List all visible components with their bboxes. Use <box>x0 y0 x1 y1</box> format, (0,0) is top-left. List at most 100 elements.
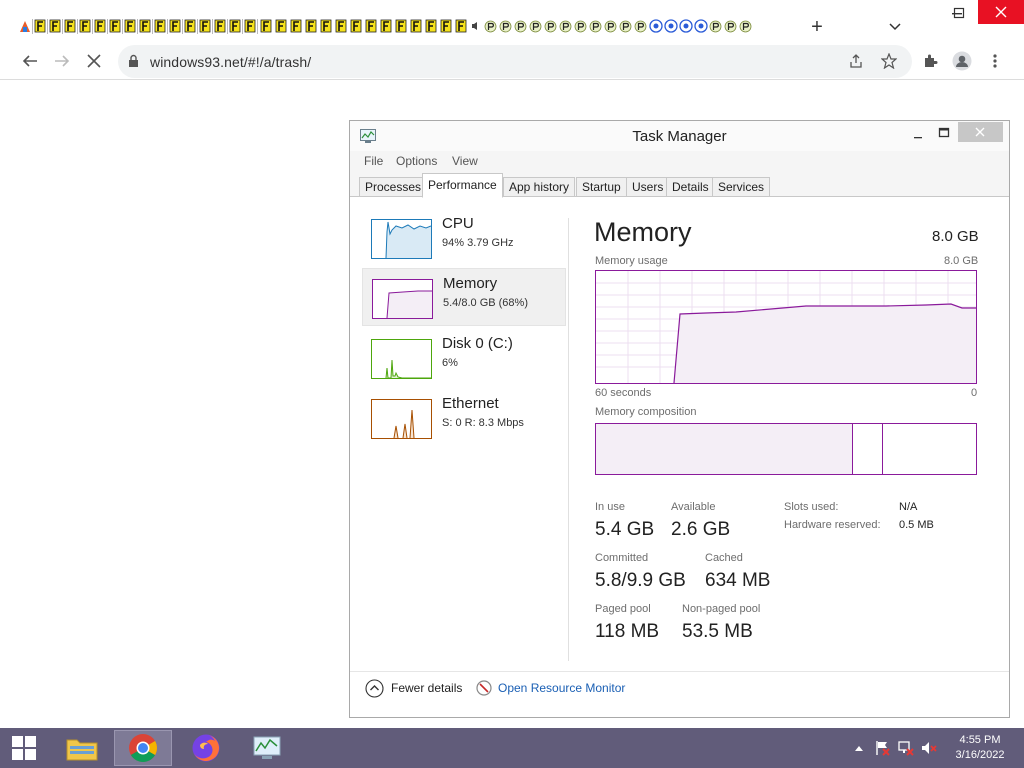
sidebar-item-disk[interactable]: Disk 0 (C:) 6% <box>362 329 566 387</box>
network-icon[interactable] <box>898 740 914 756</box>
sidebar-item-cpu[interactable]: CPU 94% 3.79 GHz <box>362 209 566 267</box>
browser-tab[interactable] <box>438 19 453 34</box>
browser-tab[interactable] <box>183 18 198 34</box>
browser-tab[interactable] <box>558 19 573 34</box>
browser-tab[interactable] <box>528 19 543 34</box>
browser-tab[interactable] <box>48 18 63 34</box>
browser-tab[interactable] <box>273 19 288 34</box>
browser-tab[interactable] <box>393 19 408 34</box>
browser-tab[interactable] <box>513 19 528 34</box>
browser-tab[interactable] <box>123 18 138 34</box>
browser-tab[interactable] <box>543 19 558 34</box>
new-tab-button[interactable]: + <box>805 14 829 40</box>
browser-tab[interactable] <box>648 19 663 34</box>
action-center-flag-icon[interactable] <box>874 740 890 756</box>
tm-close-button[interactable] <box>958 122 1003 142</box>
tab-startup[interactable]: Startup <box>576 177 627 197</box>
browser-tab[interactable] <box>498 19 513 34</box>
ethernet-mini-graph <box>371 399 432 439</box>
chrome-taskbar-button[interactable] <box>114 730 172 766</box>
share-icon[interactable] <box>848 53 864 72</box>
browser-tab[interactable] <box>573 19 588 34</box>
browser-tab[interactable] <box>18 18 33 34</box>
browser-tab[interactable] <box>468 19 483 34</box>
browser-tab[interactable] <box>303 19 318 34</box>
stop-loading-button[interactable] <box>83 51 105 71</box>
browser-tab[interactable] <box>453 19 468 34</box>
sidebar-item-ethernet[interactable]: Ethernet S: 0 R: 8.3 Mbps <box>362 389 566 447</box>
browser-tab[interactable] <box>63 18 78 34</box>
browser-tab[interactable] <box>198 18 213 34</box>
menu-options[interactable]: Options <box>396 154 437 168</box>
browser-tab[interactable] <box>153 18 168 34</box>
menu-view[interactable]: View <box>452 154 478 168</box>
browser-tab[interactable] <box>693 19 708 34</box>
resource-monitor-link[interactable]: Open Resource Monitor <box>476 678 625 698</box>
close-window-button[interactable] <box>978 0 1024 24</box>
tab-details[interactable]: Details <box>666 177 715 197</box>
browser-tab[interactable] <box>138 18 153 34</box>
profile-avatar-icon[interactable] <box>951 51 973 71</box>
fewer-details-button[interactable]: Fewer details <box>365 678 462 698</box>
browser-tab[interactable] <box>423 19 438 34</box>
tab-search-icon[interactable] <box>883 14 907 40</box>
browser-tab[interactable] <box>348 19 363 34</box>
browser-tab[interactable] <box>33 18 48 34</box>
menu-file[interactable]: File <box>364 154 383 168</box>
browser-tab[interactable] <box>78 18 93 34</box>
browser-tab[interactable] <box>633 19 648 34</box>
sidebar-item-memory[interactable]: Memory 5.4/8.0 GB (68%) <box>362 268 566 326</box>
browser-tab[interactable] <box>108 18 123 34</box>
browser-tab[interactable] <box>378 19 393 34</box>
browser-tab[interactable] <box>663 19 678 34</box>
file-explorer-taskbar-button[interactable] <box>53 730 111 766</box>
volume-muted-icon[interactable] <box>921 740 937 756</box>
tm-minimize-button[interactable] <box>908 127 928 143</box>
tab-services[interactable]: Services <box>712 177 771 197</box>
tm-maximize-button[interactable] <box>934 125 954 141</box>
tab-app-history[interactable]: App history <box>503 177 576 197</box>
sidebar-divider <box>568 218 569 661</box>
tab-performance[interactable]: Performance <box>422 173 503 198</box>
browser-tab[interactable] <box>288 19 303 34</box>
browser-tab[interactable] <box>738 19 753 34</box>
browser-tab[interactable] <box>333 19 348 34</box>
browser-tab[interactable] <box>213 18 228 34</box>
extensions-puzzle-icon[interactable] <box>919 51 941 71</box>
tab-processes[interactable]: Processes <box>359 177 428 197</box>
browser-tab[interactable] <box>723 19 738 34</box>
committed-label: Committed <box>595 552 649 564</box>
browser-tab[interactable] <box>678 19 693 34</box>
tab-users[interactable]: Users <box>626 177 670 197</box>
start-button[interactable] <box>0 730 48 766</box>
title-bar[interactable]: Task Manager <box>350 121 1009 151</box>
browser-tab[interactable] <box>258 19 273 34</box>
browser-tab[interactable] <box>243 18 258 34</box>
browser-tab[interactable] <box>588 19 603 34</box>
browser-tab[interactable] <box>483 19 498 34</box>
maximize-window-button[interactable] <box>936 0 982 26</box>
browser-tab[interactable] <box>228 18 243 34</box>
paged-pool-label: Paged pool <box>595 603 651 615</box>
browser-tab[interactable] <box>708 19 723 34</box>
windows-logo-icon <box>12 736 36 760</box>
hw-reserved-label: Hardware reserved: <box>784 519 881 531</box>
browser-tab[interactable] <box>408 19 423 34</box>
browser-tab[interactable] <box>618 19 633 34</box>
browser-tab[interactable] <box>93 18 108 34</box>
browser-tab[interactable] <box>168 18 183 34</box>
forward-button[interactable] <box>51 51 73 71</box>
task-manager-taskbar-button[interactable] <box>238 730 296 766</box>
browser-tab[interactable] <box>603 19 618 34</box>
show-hidden-icons-chevron-icon[interactable] <box>851 740 867 756</box>
chrome-menu-icon[interactable] <box>984 51 1006 71</box>
browser-tab[interactable] <box>318 19 333 34</box>
address-bar[interactable]: windows93.net/#!/a/trash/ <box>118 45 912 78</box>
sidebar-label: Disk 0 (C:) <box>442 335 513 352</box>
back-button[interactable] <box>19 51 41 71</box>
firefox-taskbar-button[interactable] <box>177 730 235 766</box>
bookmark-star-icon[interactable] <box>880 52 898 72</box>
browser-tab[interactable] <box>363 19 378 34</box>
paged-pool-value: 118 MB <box>595 621 660 642</box>
system-clock[interactable]: 4:55 PM 3/16/2022 <box>950 733 1010 763</box>
